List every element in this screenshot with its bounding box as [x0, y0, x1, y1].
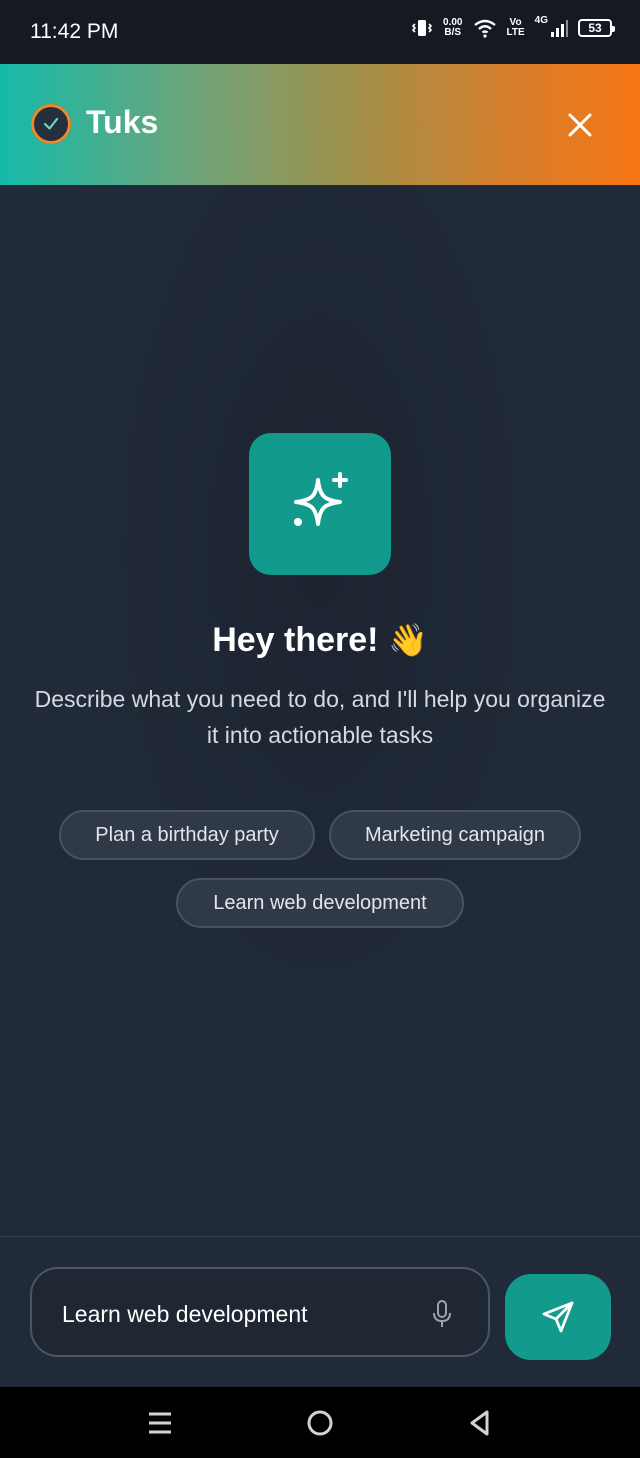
composer: [0, 1236, 640, 1387]
send-button[interactable]: [505, 1274, 611, 1360]
battery-level: 53: [588, 21, 602, 35]
status-bar: 11:42 PM 0.00 B/S Vo LTE 4G 53: [0, 0, 640, 64]
microphone-button[interactable]: [430, 1299, 454, 1329]
back-button[interactable]: [462, 1405, 498, 1441]
chat-empty-state: Hey there! 👋 Describe what you need to d…: [0, 185, 640, 1236]
network-type: 4G: [534, 14, 548, 26]
message-input-container[interactable]: [30, 1267, 490, 1357]
message-input[interactable]: [60, 1291, 414, 1337]
send-icon: [542, 1301, 574, 1333]
signal-icon: [551, 20, 568, 37]
system-nav-bar: [0, 1387, 640, 1458]
back-triangle-icon: [470, 1410, 489, 1436]
volte-indicator: Vo LTE: [506, 17, 525, 38]
greeting-subtitle: Describe what you need to do, and I'll h…: [34, 686, 606, 748]
microphone-icon: [433, 1300, 451, 1327]
greeting-heading: Hey there! 👋: [212, 621, 428, 659]
suggestion-chip-birthday-party[interactable]: Plan a birthday party: [59, 810, 315, 860]
status-icons: 0.00 B/S Vo LTE 4G 53: [411, 14, 615, 38]
app-title: Tuks: [86, 104, 159, 140]
vibrate-icon: [411, 20, 433, 36]
app-header: Tuks: [0, 64, 640, 185]
check-circle-icon: [31, 104, 71, 144]
battery-icon: 53: [578, 19, 615, 37]
recent-apps-button[interactable]: [142, 1405, 178, 1441]
home-button[interactable]: [302, 1405, 338, 1441]
network-speed: 0.00 B/S: [443, 17, 463, 38]
suggestion-chip-web-development[interactable]: Learn web development: [176, 878, 464, 928]
close-icon: [568, 113, 592, 137]
close-button[interactable]: [563, 108, 597, 142]
wifi-icon: [473, 19, 496, 38]
home-circle-icon: [307, 1410, 333, 1436]
sparkles-icon: [249, 433, 391, 575]
waving-hand-icon: 👋: [387, 621, 428, 659]
suggestion-chip-marketing-campaign[interactable]: Marketing campaign: [329, 810, 581, 860]
status-time: 11:42 PM: [30, 20, 119, 43]
menu-icon: [149, 1412, 171, 1434]
